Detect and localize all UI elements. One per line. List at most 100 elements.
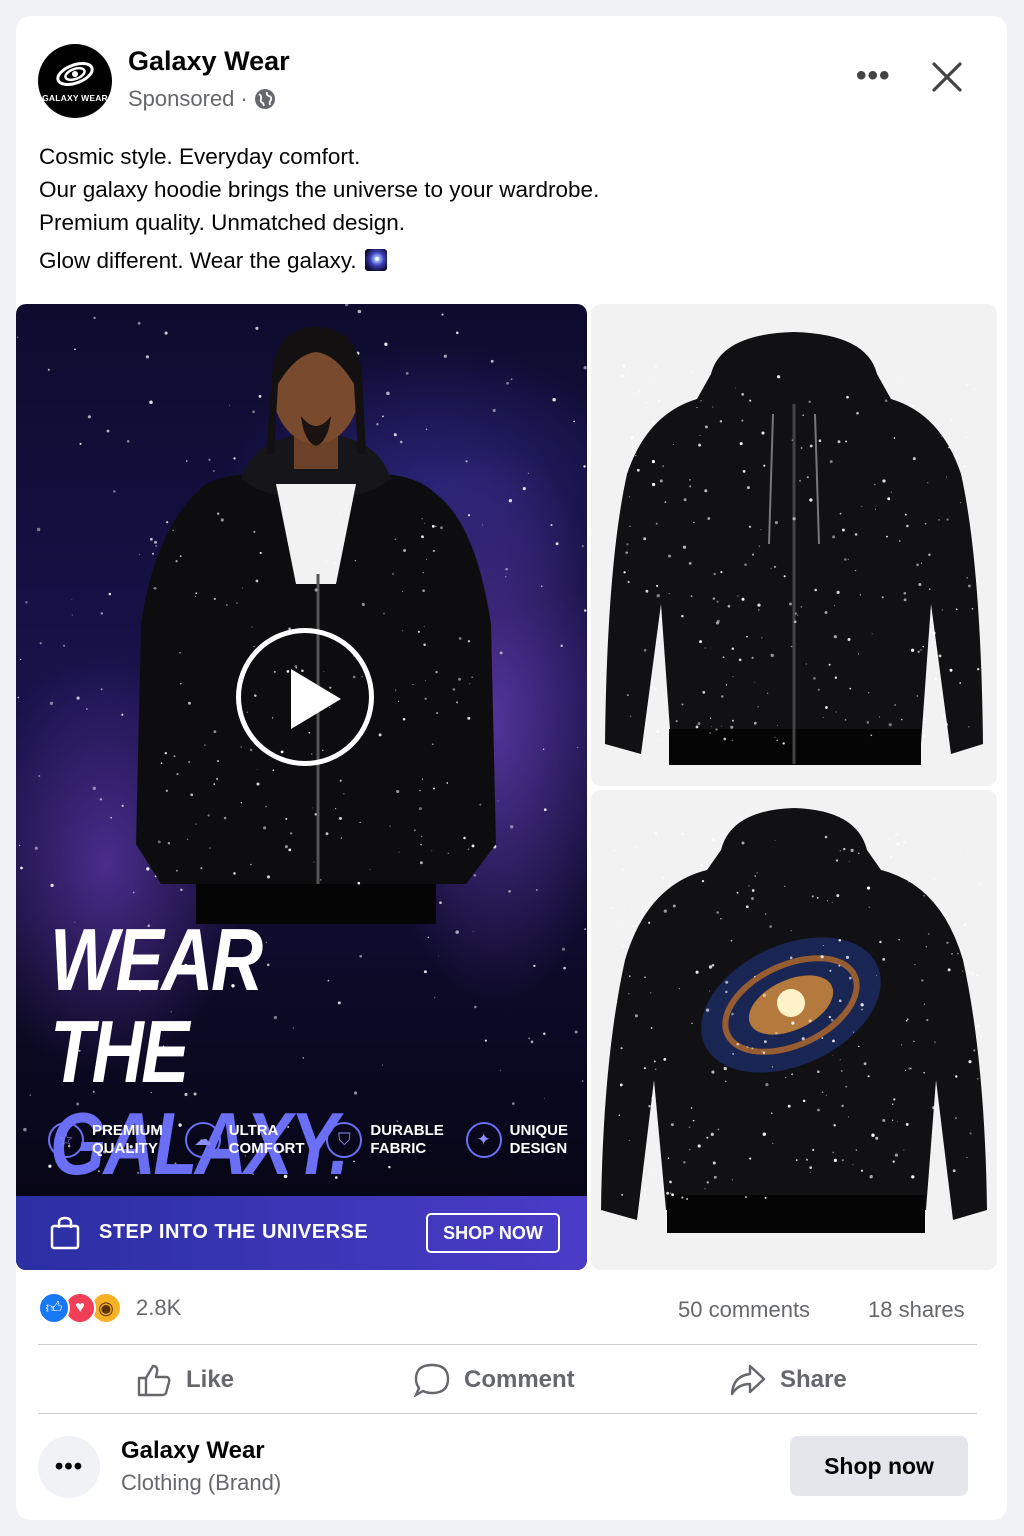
like-button[interactable]: Like xyxy=(136,1356,234,1404)
star-dot xyxy=(533,964,536,968)
star-dot xyxy=(29,1094,31,1096)
star-dot xyxy=(431,743,434,746)
star-dot xyxy=(652,1172,654,1174)
star-dot xyxy=(732,676,734,677)
star-dot xyxy=(808,1019,812,1023)
star-dot xyxy=(808,400,811,403)
star-dot xyxy=(561,947,566,951)
star-dot xyxy=(467,716,471,720)
star-dot xyxy=(934,1041,936,1043)
star-dot xyxy=(164,751,168,755)
star-dot xyxy=(419,861,423,865)
cloud-icon: ☁ xyxy=(184,1122,221,1158)
star-dot xyxy=(790,645,793,648)
star-dot xyxy=(966,1156,968,1159)
star-dot xyxy=(265,805,267,808)
star-dot xyxy=(813,677,816,680)
star-dot xyxy=(770,568,772,570)
share-button[interactable]: Share xyxy=(730,1356,847,1404)
sponsored-label[interactable]: Sponsored xyxy=(128,86,234,112)
star-dot xyxy=(715,621,719,625)
creative-shop-now-button[interactable]: SHOP NOW xyxy=(426,1213,560,1253)
star-dot xyxy=(424,680,426,682)
star-dot xyxy=(619,1083,623,1087)
star-dot xyxy=(833,605,835,607)
star-dot xyxy=(976,1024,980,1028)
star-dot xyxy=(121,713,124,716)
star-dot xyxy=(887,375,890,377)
star-dot xyxy=(266,875,271,879)
star-dot xyxy=(712,406,714,408)
footer-more-icon[interactable]: ••• xyxy=(38,1436,100,1498)
star-dot xyxy=(911,1175,915,1179)
hoodie-front-image[interactable] xyxy=(591,304,997,786)
reaction-summary[interactable]: 👍︎ ♥ ◉ 2.8K xyxy=(38,1292,181,1324)
post-caption: Cosmic style. Everyday comfort. Our gala… xyxy=(39,140,939,277)
star-dot xyxy=(325,561,328,563)
star-dot xyxy=(907,881,909,883)
comments-count[interactable]: 50 comments xyxy=(678,1297,810,1323)
star-dot xyxy=(530,1040,534,1044)
hoodie-back-image[interactable] xyxy=(591,790,997,1270)
star-dot xyxy=(195,596,197,597)
video-creative[interactable]: WEAR THE GALAXY. ☆ PREMIUM QUALITY ☁ ULT… xyxy=(16,304,587,1270)
page-name[interactable]: Galaxy Wear xyxy=(128,46,290,77)
star-dot xyxy=(724,990,728,994)
star-dot xyxy=(421,518,423,520)
star-dot xyxy=(176,773,179,776)
star-dot xyxy=(20,866,23,870)
star-dot xyxy=(656,730,660,734)
star-dot xyxy=(663,909,667,913)
star-dot xyxy=(638,390,641,393)
star-dot xyxy=(903,1149,905,1151)
star-dot xyxy=(630,436,635,440)
star-dot xyxy=(110,817,112,819)
footer-page-name[interactable]: Galaxy Wear xyxy=(121,1437,265,1465)
star-dot xyxy=(757,603,761,607)
star-dot xyxy=(969,1132,972,1135)
star-dot xyxy=(738,658,742,662)
shop-now-button[interactable]: Shop now xyxy=(790,1436,968,1496)
star-dot xyxy=(49,701,54,705)
star-dot xyxy=(583,609,587,612)
star-dot xyxy=(975,973,979,977)
star-dot xyxy=(972,387,976,391)
star-dot xyxy=(912,457,916,461)
star-dot xyxy=(977,668,980,671)
star-dot xyxy=(636,443,638,445)
star-dot xyxy=(825,706,828,709)
star-dot xyxy=(555,542,559,546)
star-dot xyxy=(420,844,422,846)
page-avatar[interactable]: GALAXY WEAR xyxy=(38,44,112,118)
close-icon[interactable] xyxy=(930,60,964,94)
star-dot xyxy=(970,919,972,921)
star-dot xyxy=(867,1075,870,1078)
star-dot xyxy=(769,925,772,928)
star-dot xyxy=(720,571,723,574)
star-dot xyxy=(658,399,661,402)
star-dot xyxy=(844,558,847,561)
star-dot xyxy=(378,733,382,737)
cta-bar[interactable]: STEP INTO THE UNIVERSE SHOP NOW xyxy=(16,1196,587,1270)
star-dot xyxy=(19,844,21,846)
star-dot xyxy=(195,823,197,825)
star-dot xyxy=(435,525,437,527)
star-dot xyxy=(962,464,966,469)
star-dot xyxy=(841,1159,844,1162)
star-dot xyxy=(288,848,292,852)
star-dot xyxy=(251,626,253,628)
star-dot xyxy=(112,490,116,493)
shares-count[interactable]: 18 shares xyxy=(868,1297,965,1323)
comment-button[interactable]: Comment xyxy=(414,1356,575,1404)
logo-text: GALAXY WEAR xyxy=(42,93,108,103)
star-dot xyxy=(927,932,930,935)
star-dot xyxy=(552,397,556,402)
star-dot xyxy=(207,814,210,817)
star-dot xyxy=(933,878,936,881)
star-dot xyxy=(689,479,691,481)
star-dot xyxy=(725,980,729,984)
more-options-icon[interactable]: ••• xyxy=(856,61,891,91)
play-button[interactable] xyxy=(236,628,374,766)
star-dot xyxy=(626,543,629,546)
star-dot xyxy=(850,848,854,853)
